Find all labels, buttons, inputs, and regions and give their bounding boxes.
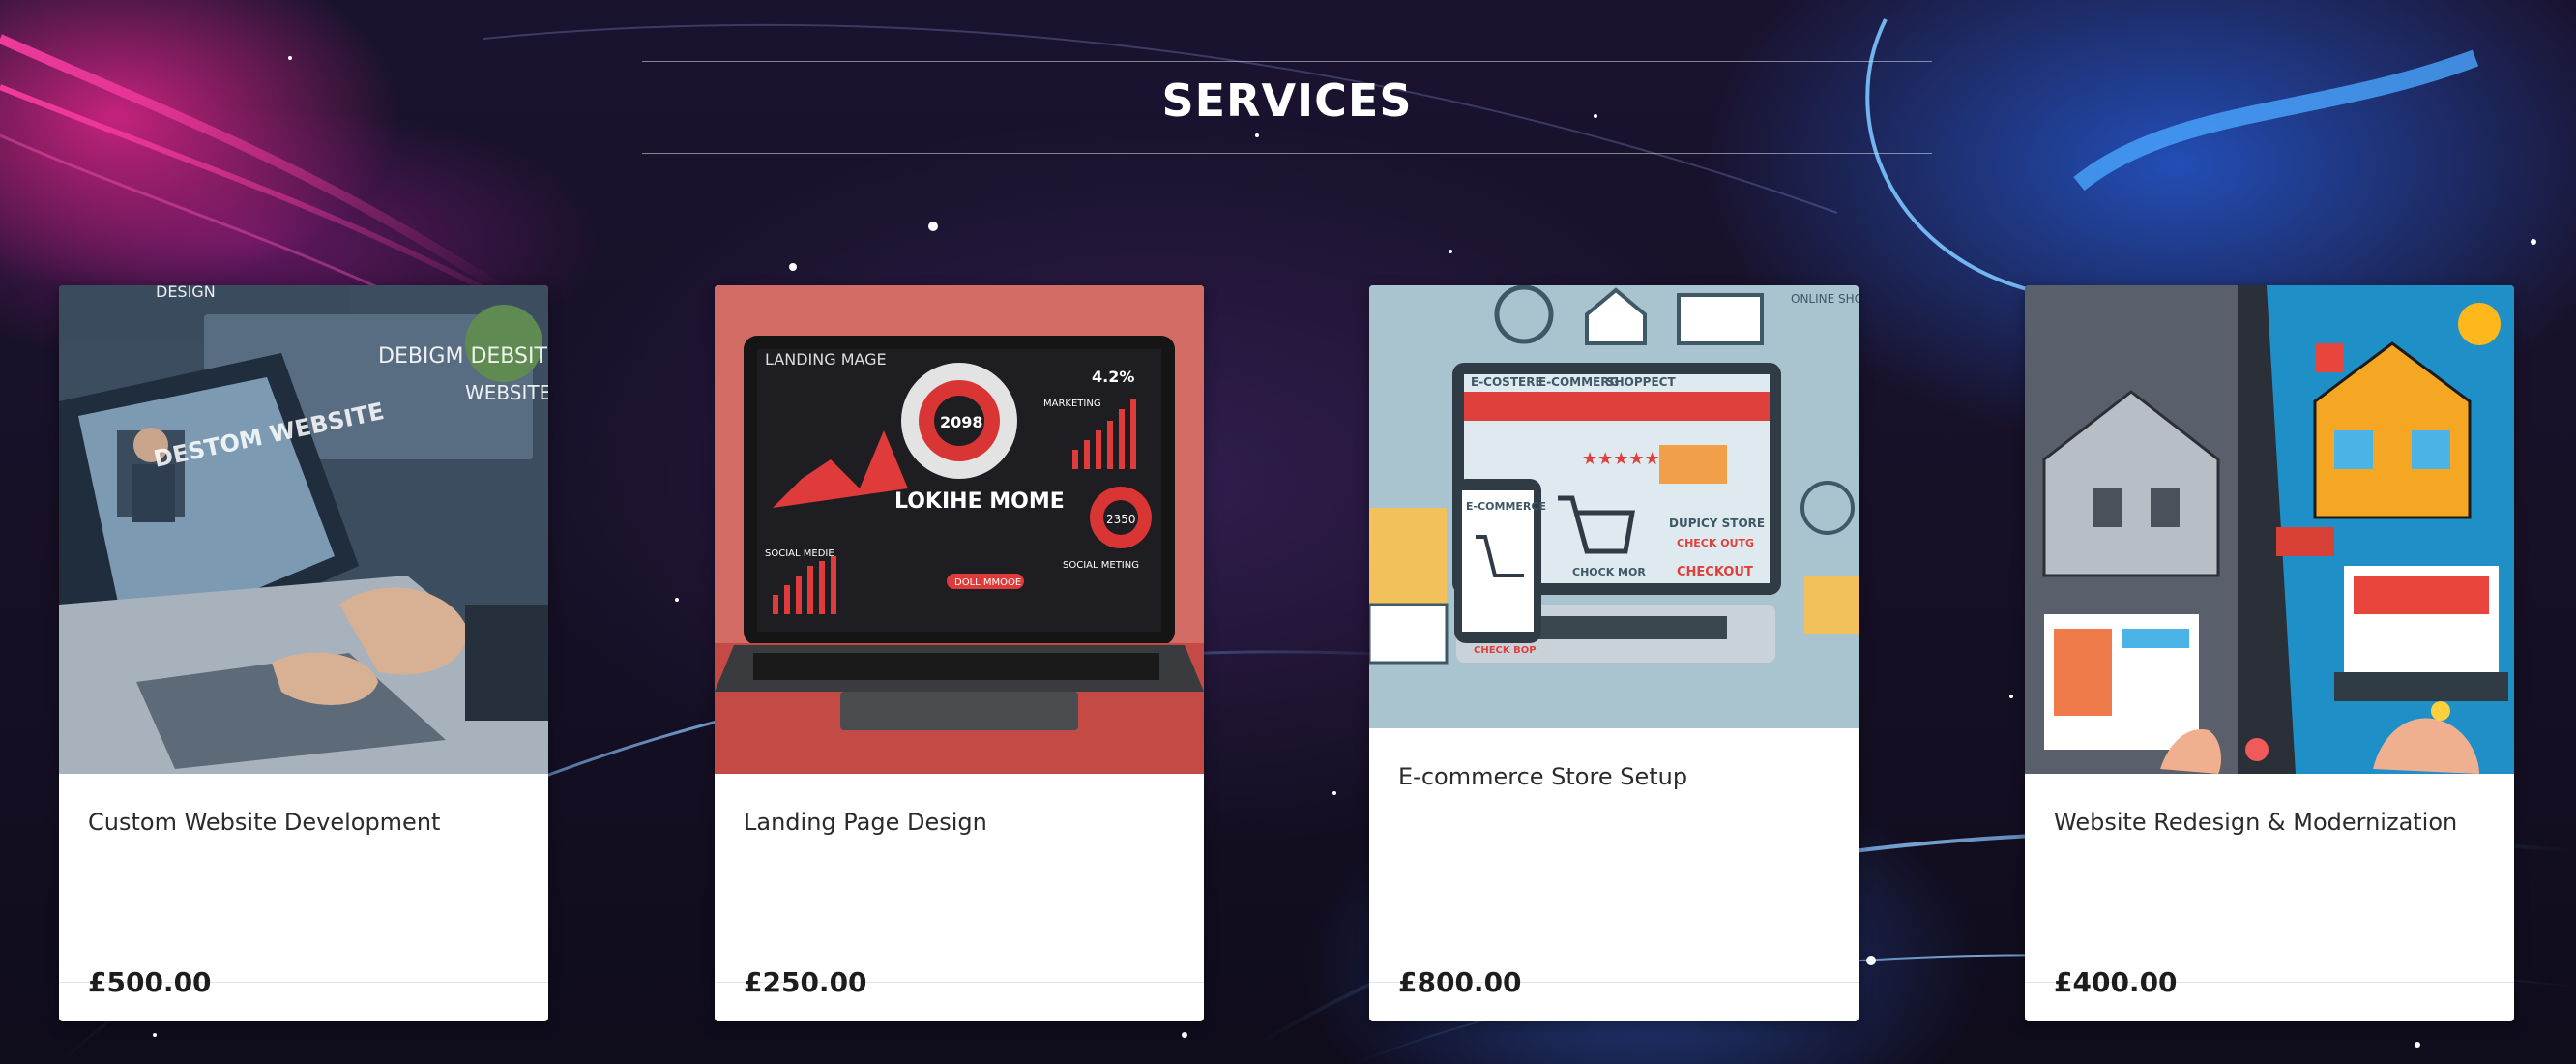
service-card-redesign[interactable]: Website Redesign & Modernization £400.00 [2025, 285, 2514, 1021]
image-text-store-label: DUPICY STORE [1669, 517, 1765, 530]
image-text-nav-3: SHOPPECT [1606, 375, 1676, 389]
image-text-store-link: CHECK OUTG [1677, 537, 1754, 549]
section-title: SERVICES [1161, 74, 1413, 127]
image-text-laptop-button: CHOCK MOR [1572, 566, 1646, 578]
service-name[interactable]: Landing Page Design [744, 809, 987, 836]
image-text-center-value: 2098 [940, 413, 983, 431]
image-text-headline: LOKIHE MOME [894, 489, 1065, 514]
service-card-ecommerce[interactable]: E-COSTERE E-COMMERG SHOPPECT ONLINE SHOP… [1369, 285, 1859, 1021]
image-text-checkout: CHECKOUT [1677, 565, 1753, 579]
service-name[interactable]: Custom Website Development [88, 809, 440, 836]
service-name[interactable]: Website Redesign & Modernization [2054, 809, 2457, 836]
service-name[interactable]: E-commerce Store Setup [1398, 763, 1687, 790]
service-image-custom-website: DESTOM WEBSITE DEBIGM DEBSITE WEBSITE DE… [59, 285, 548, 774]
image-text-panel-2: WEBSITE [465, 381, 548, 404]
service-price: £800.00 [1398, 966, 1522, 998]
service-price: £400.00 [2054, 966, 2178, 998]
header-top-rule [642, 61, 1932, 62]
image-text-ring-value: 2350 [1106, 513, 1136, 526]
image-text-panel-1: DEBIGM DEBSITE [378, 344, 548, 369]
image-text-stars: ★★★★★ [1582, 449, 1660, 469]
image-text-corner: DESIGN [156, 285, 216, 301]
section-header: SERVICES [642, 61, 1932, 154]
image-text-phone-button: CHECK BOP [1474, 645, 1537, 656]
image-text-social-meeting: SOCIAL METING [1063, 560, 1139, 571]
image-text-phone-label: E-COMMERCE [1466, 500, 1546, 513]
service-price: £500.00 [88, 966, 212, 998]
image-text-social-media: SOCIAL MEDIE [765, 548, 834, 559]
image-text-button: DOLL MMOOE [954, 577, 1021, 588]
service-image-landing-page: LANDING MAGE 2098 4.2% MARKETING LOKIHE … [715, 285, 1204, 774]
image-text-marketing: MARKETING [1043, 399, 1101, 409]
header-bottom-rule [642, 153, 1932, 154]
service-price: £250.00 [744, 966, 867, 998]
image-text-stat: 4.2% [1092, 368, 1134, 386]
image-text-online: ONLINE SHOPPE [1791, 292, 1859, 306]
service-image-redesign [2025, 285, 2514, 774]
service-card-landing-page[interactable]: LANDING MAGE 2098 4.2% MARKETING LOKIHE … [715, 285, 1204, 1021]
service-image-ecommerce: E-COSTERE E-COMMERG SHOPPECT ONLINE SHOP… [1369, 285, 1859, 728]
service-card-custom-website[interactable]: DESTOM WEBSITE DEBIGM DEBSITE WEBSITE DE… [59, 285, 548, 1021]
image-text-nav-1: E-COSTERE [1471, 375, 1543, 389]
image-text-heading: LANDING MAGE [765, 350, 887, 369]
